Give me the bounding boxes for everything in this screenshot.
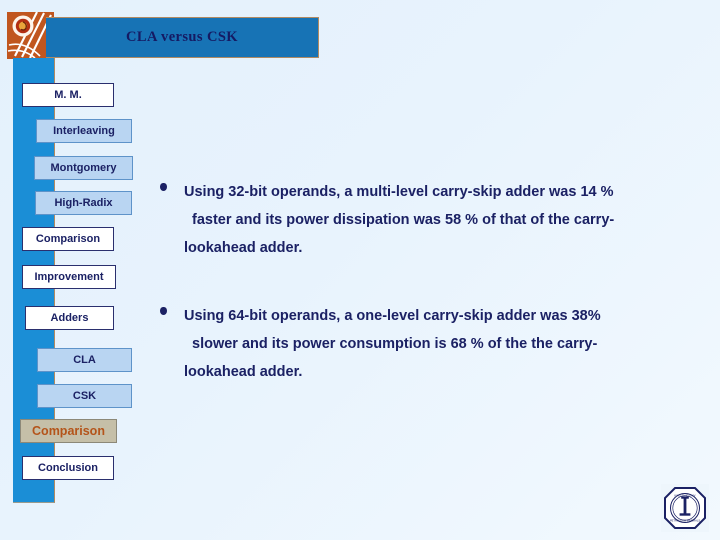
svg-text:PETROLEUM MINERALS: PETROLEUM MINERALS [670, 519, 700, 523]
slide-content: Using 32-bit operands, a multi-level car… [160, 178, 700, 426]
sidebar-item-adders[interactable]: Adders [25, 306, 114, 330]
sidebar-item-label: Interleaving [53, 124, 115, 137]
university-octagon-seal-icon: KING FAHD UNIV PETROLEUM MINERALS [661, 484, 709, 532]
bullet-line: Using 64-bit operands, a one-level carry… [184, 308, 601, 324]
sidebar-item-comparison[interactable]: Comparison [22, 227, 114, 251]
round-bullet-icon [160, 183, 167, 191]
sidebar-item-m-m[interactable]: M. M. [22, 83, 114, 107]
sidebar-item-label: Improvement [34, 270, 104, 283]
sidebar-item-comparison[interactable]: Comparison [20, 419, 117, 443]
sidebar-item-label: Conclusion [38, 461, 98, 474]
bullet-line: faster and its power dissipation was 58 … [192, 212, 615, 228]
bullet-line: lookahead adder. [184, 364, 303, 380]
sidebar-item-conclusion[interactable]: Conclusion [22, 456, 114, 480]
bullet-item: Using 64-bit operands, a one-level carry… [160, 302, 700, 386]
sidebar-item-csk[interactable]: CSK [37, 384, 132, 408]
slide-title-banner: CLA versus CSK [46, 17, 319, 58]
bullet-line: Using 32-bit operands, a multi-level car… [184, 184, 614, 200]
sidebar-item-interleaving[interactable]: Interleaving [36, 119, 132, 143]
sidebar-item-label: Adders [50, 311, 89, 324]
page-title: CLA versus CSK [126, 29, 238, 45]
svg-text:KING FAHD UNIV: KING FAHD UNIV [675, 493, 696, 497]
sidebar-item-high-radix[interactable]: High-Radix [35, 191, 132, 215]
sidebar-item-label: Comparison [35, 232, 101, 245]
sidebar-item-label: Comparison [32, 423, 105, 438]
bullet-line: lookahead adder. [184, 240, 303, 256]
sidebar-item-label: High-Radix [54, 196, 113, 209]
sidebar-item-montgomery[interactable]: Montgomery [34, 156, 133, 180]
bullet-item: Using 32-bit operands, a multi-level car… [160, 178, 700, 262]
sidebar-item-label: Montgomery [50, 161, 117, 174]
sidebar-item-cla[interactable]: CLA [37, 348, 132, 372]
sidebar-item-label: M. M. [54, 88, 82, 101]
bullet-text: Using 32-bit operands, a multi-level car… [160, 178, 700, 262]
bullet-line: slower and its power consumption is 68 %… [192, 336, 598, 352]
slide-canvas: CLA versus CSK M. M. Interleaving Montgome… [0, 0, 720, 540]
round-bullet-icon [160, 307, 167, 315]
sidebar-item-improvement[interactable]: Improvement [22, 265, 116, 289]
sidebar-item-label: CLA [73, 353, 96, 366]
bullet-text: Using 64-bit operands, a one-level carry… [160, 302, 700, 386]
sidebar-item-label: CSK [72, 389, 97, 402]
